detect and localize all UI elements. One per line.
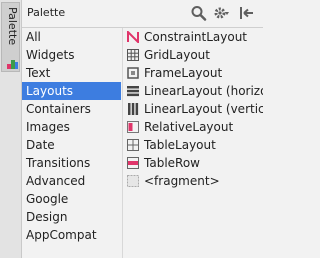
table-row-icon xyxy=(127,157,139,169)
item-label: RelativeLayout xyxy=(144,120,234,134)
gear-icon[interactable] xyxy=(212,5,230,21)
category-advanced[interactable]: Advanced xyxy=(22,172,121,190)
item-relative-layout[interactable]: RelativeLayout xyxy=(127,118,263,136)
fragment-icon xyxy=(127,175,139,187)
side-tool-strip: Palette xyxy=(0,0,22,258)
item-label: LinearLayout (vertical) xyxy=(144,102,263,116)
palette-panel: Palette All Widgets Text Layouts Contain… xyxy=(22,0,263,258)
relative-layout-icon xyxy=(127,121,139,133)
item-table-row[interactable]: TableRow xyxy=(127,154,263,172)
item-grid-layout[interactable]: GridLayout xyxy=(127,46,263,64)
frame-layout-icon xyxy=(127,67,139,79)
item-label: FrameLayout xyxy=(144,66,223,80)
category-all[interactable]: All xyxy=(22,28,121,46)
item-frame-layout[interactable]: FrameLayout xyxy=(127,64,263,82)
category-widgets[interactable]: Widgets xyxy=(22,46,121,64)
item-label: LinearLayout (horizont xyxy=(144,84,263,98)
constraint-layout-icon xyxy=(127,31,139,43)
item-fragment[interactable]: <fragment> xyxy=(127,172,263,190)
panel-title: Palette xyxy=(27,6,66,19)
item-label: TableLayout xyxy=(144,138,216,152)
category-layouts[interactable]: Layouts xyxy=(22,82,121,100)
palette-side-tab[interactable]: Palette xyxy=(1,2,20,72)
category-list: All Widgets Text Layouts Containers Imag… xyxy=(22,28,123,258)
category-text[interactable]: Text xyxy=(22,64,121,82)
category-appcompat[interactable]: AppCompat xyxy=(22,226,121,244)
palette-header: Palette xyxy=(22,0,263,28)
item-linear-vertical[interactable]: LinearLayout (vertical) xyxy=(127,100,263,118)
category-google[interactable]: Google xyxy=(22,190,121,208)
category-containers[interactable]: Containers xyxy=(22,100,121,118)
item-linear-horizontal[interactable]: LinearLayout (horizont xyxy=(127,82,263,100)
linear-horizontal-icon xyxy=(127,86,139,97)
item-constraint-layout[interactable]: ConstraintLayout xyxy=(127,28,263,46)
item-label: GridLayout xyxy=(144,48,210,62)
item-table-layout[interactable]: TableLayout xyxy=(127,136,263,154)
category-design[interactable]: Design xyxy=(22,208,121,226)
category-transitions[interactable]: Transitions xyxy=(22,154,121,172)
linear-vertical-icon xyxy=(128,103,139,115)
item-label: ConstraintLayout xyxy=(144,30,248,44)
hide-panel-icon[interactable] xyxy=(238,5,256,21)
category-date[interactable]: Date xyxy=(22,136,121,154)
palette-side-tab-label: Palette xyxy=(6,7,19,46)
item-label: TableRow xyxy=(144,156,200,170)
table-layout-icon xyxy=(127,139,139,151)
item-label: <fragment> xyxy=(144,174,220,188)
category-images[interactable]: Images xyxy=(22,118,121,136)
palette-icon xyxy=(7,60,18,69)
search-icon[interactable] xyxy=(190,5,208,21)
grid-layout-icon xyxy=(127,49,139,61)
palette-window: Palette Palette All Widgets Text Layouts… xyxy=(0,0,263,258)
component-list: ConstraintLayout GridLayout FrameLayout xyxy=(123,28,263,258)
